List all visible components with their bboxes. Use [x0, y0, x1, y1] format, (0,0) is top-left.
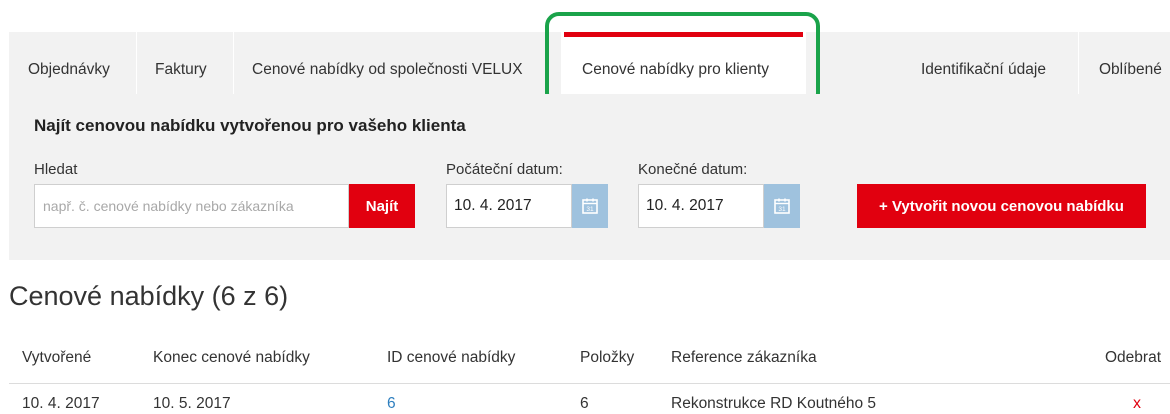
tab-velux-quotes[interactable]: Cenové nabídky od společnosti VELUX — [233, 32, 561, 94]
search-input[interactable] — [34, 184, 349, 228]
col-remove: Odebrat — [1105, 349, 1162, 366]
col-reference[interactable]: Reference zákazníka — [671, 349, 817, 367]
svg-text:31: 31 — [586, 206, 594, 213]
tab-favorites[interactable]: Oblíbené — [1078, 32, 1170, 94]
remove-icon[interactable]: x — [1133, 395, 1141, 413]
col-quote-id[interactable]: ID cenové nabídky — [387, 349, 515, 367]
end-date-field[interactable]: 10. 4. 2017 — [638, 184, 764, 228]
cell-items: 6 — [580, 395, 589, 412]
search-label: Hledat — [34, 161, 78, 178]
tab-client-quotes-label: Cenové nabídky pro klienty — [582, 61, 769, 78]
tab-client-quotes[interactable]: Cenové nabídky pro klienty — [561, 32, 806, 94]
tab-invoices[interactable]: Faktury — [136, 32, 233, 94]
tab-orders-label: Objednávky — [28, 61, 110, 78]
start-date-field[interactable]: 10. 4. 2017 — [446, 184, 572, 228]
tab-identification-label: Identifikační údaje — [921, 61, 1046, 78]
tab-orders[interactable]: Objednávky — [9, 32, 136, 94]
tab-identification[interactable]: Identifikační údaje — [902, 32, 1078, 94]
col-expiry[interactable]: Konec cenové nabídky — [153, 349, 310, 367]
calendar-icon[interactable]: 31 — [764, 184, 800, 228]
col-created[interactable]: Vytvořené — [22, 349, 91, 367]
find-button[interactable]: Najít — [349, 184, 415, 228]
col-items[interactable]: Položky — [580, 349, 634, 367]
search-panel: Najít cenovou nabídku vytvořenou pro vaš… — [9, 94, 1170, 260]
svg-text:31: 31 — [778, 206, 786, 213]
tab-velux-quotes-label: Cenové nabídky od společnosti VELUX — [252, 61, 523, 78]
tab-favorites-label: Oblíbené — [1099, 61, 1162, 78]
quotes-heading: Cenové nabídky (6 z 6) — [9, 281, 289, 311]
calendar-icon[interactable]: 31 — [572, 184, 608, 228]
cell-expiry: 10. 5. 2017 — [153, 395, 231, 412]
tab-invoices-label: Faktury — [155, 61, 207, 78]
cell-created: 10. 4. 2017 — [22, 395, 100, 412]
active-tab-indicator — [564, 32, 803, 37]
cell-reference: Rekonstrukce RD Koutného 5 — [671, 395, 877, 412]
create-quote-button[interactable]: + Vytvořit novou cenovou nabídku — [857, 184, 1146, 228]
table-row[interactable]: 10. 4. 2017 10. 5. 2017 6 6 Rekonstrukce… — [9, 385, 1170, 414]
table-header: Vytvořené Konec cenové nabídky ID cenové… — [9, 334, 1170, 384]
end-date-label: Konečné datum: — [638, 161, 748, 178]
quote-id-link[interactable]: 6 — [387, 395, 396, 413]
tab-bar: Objednávky Faktury Cenové nabídky od spo… — [9, 32, 1170, 94]
panel-title: Najít cenovou nabídku vytvořenou pro vaš… — [34, 116, 466, 135]
start-date-label: Počáteční datum: — [446, 161, 563, 178]
